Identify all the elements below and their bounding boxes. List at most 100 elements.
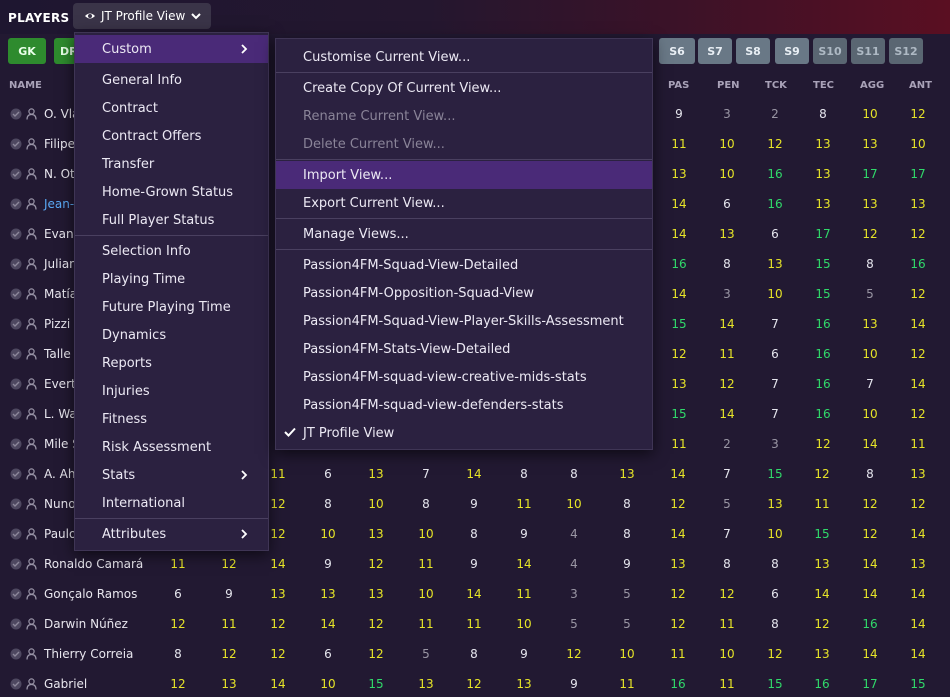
attribute-value: 10 xyxy=(516,617,532,631)
menu-item-home-grown-status[interactable]: Home-Grown Status xyxy=(75,178,268,206)
attribute-value: 14 xyxy=(671,287,687,301)
column-header-pas[interactable]: PAS xyxy=(668,80,689,91)
check-circle-icon[interactable] xyxy=(10,468,22,480)
attribute-value: 12 xyxy=(670,617,686,631)
attribute-value: 8 xyxy=(570,467,578,481)
player-name[interactable]: Matía xyxy=(44,287,77,301)
position-filter-gk[interactable]: GK xyxy=(8,38,46,64)
player-name[interactable]: Darwin Núñez xyxy=(44,617,128,631)
position-filter-s12[interactable]: S12 xyxy=(889,38,923,64)
player-name[interactable]: L. Wa xyxy=(44,407,77,421)
position-filter-s9[interactable]: S9 xyxy=(775,38,809,64)
table-row[interactable]: Ronaldo Camará 11 12 14 9 12 11 9 14 4 9 13 8 8 13 14 13 xyxy=(0,549,950,579)
menu-item-custom[interactable]: Custom xyxy=(75,35,268,63)
menu-item-export-view[interactable]: Export Current View... xyxy=(276,189,652,217)
attribute-value: 7 xyxy=(723,527,731,541)
check-circle-icon[interactable] xyxy=(10,618,22,630)
menu-item-international[interactable]: International xyxy=(75,489,268,517)
position-filter-s6[interactable]: S6 xyxy=(659,38,695,64)
player-name[interactable]: Filipe xyxy=(44,137,75,151)
menu-item-reports[interactable]: Reports xyxy=(75,349,268,377)
menu-item-saved-view[interactable]: Passion4FM-Opposition-Squad-View xyxy=(276,279,652,307)
check-circle-icon[interactable] xyxy=(10,198,22,210)
menu-item-contract[interactable]: Contract xyxy=(75,94,268,122)
attribute-value: 10 xyxy=(719,167,735,181)
player-name[interactable]: Thierry Correia xyxy=(44,647,133,661)
menu-item-jt-profile-view[interactable]: JT Profile View xyxy=(276,419,652,447)
check-circle-icon[interactable] xyxy=(10,378,22,390)
check-circle-icon[interactable] xyxy=(10,648,22,660)
column-header-tec[interactable]: TEC xyxy=(813,80,834,91)
menu-item-full-player-status[interactable]: Full Player Status xyxy=(75,206,268,234)
menu-item-stats[interactable]: Stats xyxy=(75,461,268,489)
table-row[interactable]: Gonçalo Ramos 6 9 13 13 13 10 14 11 3 5 12 12 6 14 14 14 xyxy=(0,579,950,609)
attribute-value: 13 xyxy=(320,587,336,601)
column-header-agg[interactable]: AGG xyxy=(860,80,884,91)
player-name[interactable]: Evert xyxy=(44,377,76,391)
menu-item-saved-view[interactable]: Passion4FM-Squad-View-Detailed xyxy=(276,251,652,279)
player-name[interactable]: Jean- xyxy=(44,197,74,211)
menu-item-dynamics[interactable]: Dynamics xyxy=(75,321,268,349)
check-circle-icon[interactable] xyxy=(10,138,22,150)
check-circle-icon[interactable] xyxy=(10,528,22,540)
position-filter-s8[interactable]: S8 xyxy=(736,38,770,64)
table-row[interactable]: Thierry Correia 8 12 12 6 12 5 8 9 12 10 11 10 12 13 14… xyxy=(0,639,950,669)
table-row[interactable]: Gabriel 12 13 14 10 15 13 12 13 9 11 16 11 15 16 17 15 xyxy=(0,669,950,697)
player-name[interactable]: Pizzi xyxy=(44,317,70,331)
menu-item-risk-assessment[interactable]: Risk Assessment xyxy=(75,433,268,461)
player-name[interactable]: Gabriel xyxy=(44,677,87,691)
menu-item-fitness[interactable]: Fitness xyxy=(75,405,268,433)
player-name[interactable]: Gonçalo Ramos xyxy=(44,587,137,601)
check-circle-icon[interactable] xyxy=(10,498,22,510)
check-circle-icon[interactable] xyxy=(10,408,22,420)
column-header-ant[interactable]: ANT xyxy=(909,80,932,91)
menu-item-create-copy[interactable]: Create Copy Of Current View... xyxy=(276,74,652,102)
attribute-value: 10 xyxy=(767,287,783,301)
player-name[interactable]: Talle xyxy=(44,347,71,361)
attribute-value: 13 xyxy=(368,467,384,481)
custom-submenu: Customise Current View... Create Copy Of… xyxy=(275,38,653,450)
table-row[interactable]: Darwin Núñez 12 11 12 14 12 11 11 10 5 5 12 11 8 12 16 1… xyxy=(0,609,950,639)
position-filter-s10[interactable]: S10 xyxy=(813,38,847,64)
view-selector-label: JT Profile View xyxy=(101,9,186,23)
check-circle-icon[interactable] xyxy=(10,318,22,330)
check-circle-icon[interactable] xyxy=(10,108,22,120)
check-circle-icon[interactable] xyxy=(10,168,22,180)
menu-item-saved-view[interactable]: Passion4FM-Stats-View-Detailed xyxy=(276,335,652,363)
check-circle-icon[interactable] xyxy=(10,438,22,450)
column-header-name[interactable]: NAME xyxy=(9,80,42,91)
menu-item-saved-view[interactable]: Passion4FM-squad-view-defenders-stats xyxy=(276,391,652,419)
menu-item-future-playing-time[interactable]: Future Playing Time xyxy=(75,293,268,321)
player-name[interactable]: Julian xyxy=(44,257,77,271)
menu-item-selection-info[interactable]: Selection Info xyxy=(75,237,268,265)
check-circle-icon[interactable] xyxy=(10,288,22,300)
check-circle-icon[interactable] xyxy=(10,228,22,240)
position-filter-s7[interactable]: S7 xyxy=(698,38,732,64)
check-circle-icon[interactable] xyxy=(10,258,22,270)
check-circle-icon[interactable] xyxy=(10,588,22,600)
player-name[interactable]: A. Ah xyxy=(44,467,75,481)
menu-item-customise-current-view[interactable]: Customise Current View... xyxy=(276,43,652,71)
player-name[interactable]: Paulo xyxy=(44,527,76,541)
column-header-tck[interactable]: TCK xyxy=(765,80,787,91)
menu-item-manage-views[interactable]: Manage Views... xyxy=(276,220,652,248)
menu-item-saved-view[interactable]: Passion4FM-Squad-View-Player-Skills-Asse… xyxy=(276,307,652,335)
menu-item-general-info[interactable]: General Info xyxy=(75,66,268,94)
menu-item-label: Passion4FM-squad-view-defenders-stats xyxy=(303,397,564,413)
check-circle-icon[interactable] xyxy=(10,558,22,570)
view-selector-button[interactable]: JT Profile View xyxy=(73,3,211,29)
player-name[interactable]: N. Ot xyxy=(44,167,75,181)
check-circle-icon[interactable] xyxy=(10,678,22,690)
player-name[interactable]: Ronaldo Camará xyxy=(44,557,143,571)
check-circle-icon[interactable] xyxy=(10,348,22,360)
menu-item-transfer[interactable]: Transfer xyxy=(75,150,268,178)
menu-item-contract-offers[interactable]: Contract Offers xyxy=(75,122,268,150)
position-filter-s11[interactable]: S11 xyxy=(851,38,885,64)
menu-item-attributes[interactable]: Attributes xyxy=(75,520,268,548)
menu-item-saved-view[interactable]: Passion4FM-squad-view-creative-mids-stat… xyxy=(276,363,652,391)
menu-item-injuries[interactable]: Injuries xyxy=(75,377,268,405)
column-header-pen[interactable]: PEN xyxy=(717,80,740,91)
menu-item-playing-time[interactable]: Playing Time xyxy=(75,265,268,293)
menu-item-import-view[interactable]: Import View... xyxy=(276,161,652,189)
player-name[interactable]: Nuno xyxy=(44,497,76,511)
